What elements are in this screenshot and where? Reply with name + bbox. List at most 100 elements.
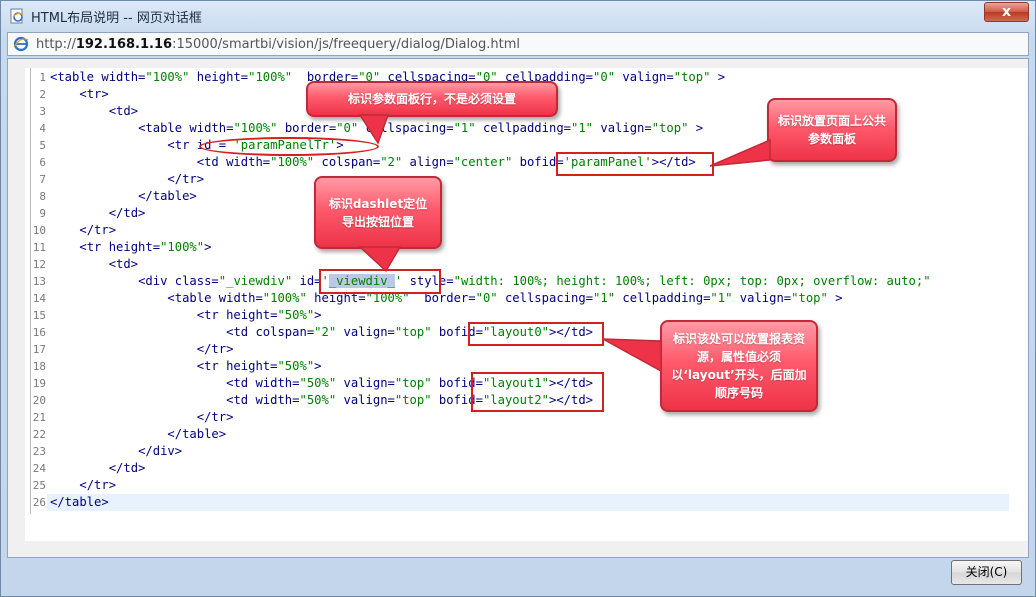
code-line: 25 </tr> (27, 477, 116, 494)
note-param-panel-pointer (709, 138, 771, 167)
code-text: </td> (46, 205, 146, 222)
code-token: align= (402, 155, 454, 169)
line-number: 2 (39, 88, 46, 101)
code-token: <tr height= (79, 240, 161, 254)
code-token: <table width= (167, 291, 263, 305)
line-number: 3 (39, 105, 46, 118)
code-token: "0" (593, 70, 616, 84)
code-text: </tr> (46, 171, 204, 188)
note-dashlet: 标识dashlet定位导出按钮位置 (314, 176, 442, 249)
code-token: </tr> (79, 223, 117, 237)
code-text: <tr> (46, 86, 109, 103)
code-token: colspan= (314, 155, 381, 169)
dialog-window: HTML布局说明 -- 网页对话框 x http://192.168.1.16:… (0, 0, 1036, 597)
code-line: 23 </div> (27, 443, 182, 460)
code-token: "100%" (248, 70, 293, 84)
code-line: 10 </tr> (27, 222, 116, 239)
code-token: </tr> (196, 342, 234, 356)
code-token: "center" (453, 155, 513, 169)
code-line: 9 </td> (27, 205, 145, 222)
code-token: </tr> (79, 478, 117, 492)
code-text: </div> (46, 443, 182, 460)
code-token: "0" (475, 291, 498, 305)
code-text: </table> (46, 188, 197, 205)
code-token: border= (277, 121, 337, 135)
param-row-id-highlight (199, 137, 379, 156)
code-token: > (688, 121, 704, 135)
line-number: 12 (32, 258, 46, 271)
note-param-row: 标识参数面板行，不是必须设置 (306, 81, 558, 117)
code-line: 21 </tr> (27, 409, 234, 426)
code-text: <div class="_viewdiv" id='_viewdiv_' sty… (46, 273, 931, 290)
note-layout-pointer (602, 338, 662, 373)
line-number: 22 (32, 428, 46, 441)
param-panel-bofid-highlight (556, 152, 714, 176)
code-token: "50%" (299, 393, 337, 407)
code-line: 8 </table> (27, 188, 197, 205)
code-text: <td> (46, 103, 138, 120)
line-number: 6 (39, 156, 46, 169)
ie-icon (13, 36, 29, 52)
code-token: "2" (380, 155, 403, 169)
code-token: </tr> (167, 172, 205, 186)
code-token: <td width= (226, 393, 300, 407)
status-bar (7, 589, 1029, 595)
code-line: 26 </table> (27, 494, 109, 511)
code-token: > (314, 308, 322, 322)
code-token: </table> (138, 189, 197, 203)
code-token: "50%" (299, 376, 337, 390)
code-token: <td width= (196, 155, 271, 169)
layout0-bofid-highlight (468, 322, 604, 346)
code-token: "50%" (277, 359, 315, 373)
code-token: "0" (336, 121, 359, 135)
code-token: "100%" (270, 155, 315, 169)
code-token: id= (292, 274, 322, 288)
code-text: <table width="100%" height="100%" border… (46, 290, 842, 307)
code-token: height= (189, 70, 249, 84)
note-layout: 标识该处可以放置报表资源，属性值必须以‘layout’开头，后面加顺序号码 (660, 320, 818, 412)
code-line: 11 <tr height="100%"> (27, 239, 212, 256)
code-token: "2" (314, 325, 337, 339)
code-token: "1" (571, 121, 594, 135)
code-text: </tr> (46, 409, 234, 426)
line-number: 16 (32, 326, 46, 339)
code-token: valign= (336, 325, 395, 339)
code-line: 7 </tr> (27, 171, 204, 188)
code-text: <tr height="50%"> (46, 358, 322, 375)
code-token: </td> (108, 461, 146, 475)
code-token: valign= (336, 376, 395, 390)
code-token: </td> (108, 206, 146, 220)
code-token: valign= (615, 70, 674, 84)
code-token: > (710, 70, 726, 84)
line-number: 7 (39, 173, 46, 186)
code-token: "1" (710, 291, 733, 305)
window-close-button[interactable]: x (984, 2, 1029, 22)
note-dashlet-pointer (358, 246, 402, 273)
code-line: 12 <td> (27, 256, 138, 273)
code-line: 18 <tr height="50%"> (27, 358, 322, 375)
code-token: "top" (673, 70, 711, 84)
line-number: 10 (32, 224, 46, 237)
layout1-2-bofid-highlight (471, 372, 604, 412)
code-token: <div class= (138, 274, 219, 288)
title-bar[interactable]: HTML布局说明 -- 网页对话框 x (1, 1, 1035, 31)
code-token: valign= (336, 393, 395, 407)
code-token: > (314, 359, 322, 373)
code-token: "100%" (160, 240, 205, 254)
line-number: 11 (32, 241, 46, 254)
code-token: <tr height= (196, 359, 278, 373)
close-button[interactable]: 关闭(C) (951, 560, 1022, 585)
code-line: 3 <td> (27, 103, 138, 120)
code-token: "1" (453, 121, 476, 135)
address-bar: http://192.168.1.16:15000/smartbi/vision… (7, 32, 1029, 56)
note-param-row-pointer (358, 114, 390, 145)
code-token: <td colspan= (226, 325, 315, 339)
code-token: valign= (593, 121, 652, 135)
code-token: <table width= (138, 121, 234, 135)
code-token: </table> (167, 427, 227, 441)
code-token: "top" (394, 325, 432, 339)
code-token: > (204, 240, 212, 254)
code-line: 15 <tr height="50%"> (27, 307, 322, 324)
line-number: 19 (32, 377, 46, 390)
code-token: <tr> (79, 87, 109, 101)
